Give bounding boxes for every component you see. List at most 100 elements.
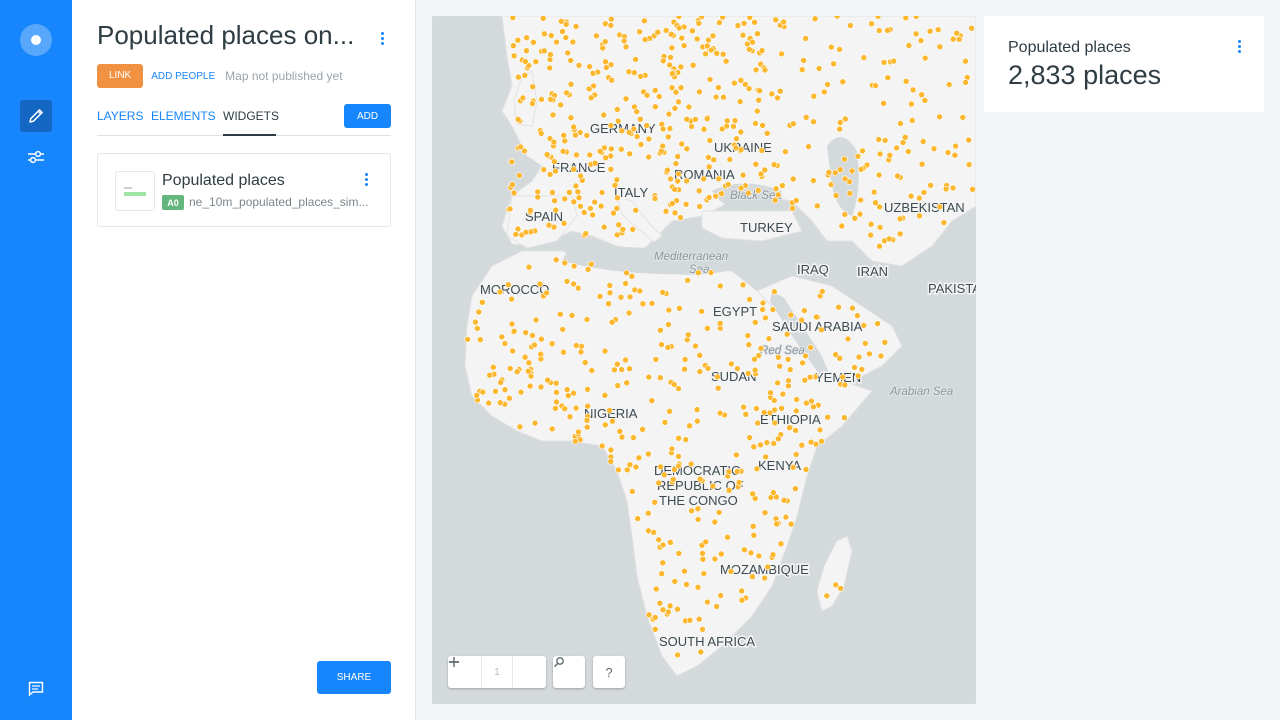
place-point[interactable] <box>936 113 943 121</box>
place-point[interactable] <box>749 573 756 581</box>
place-point[interactable] <box>586 151 594 159</box>
place-point[interactable] <box>715 84 722 91</box>
place-point[interactable] <box>563 386 571 393</box>
place-point[interactable] <box>562 34 570 41</box>
place-point[interactable] <box>671 209 679 217</box>
place-point[interactable] <box>762 453 769 461</box>
place-point[interactable] <box>733 135 740 142</box>
place-point[interactable] <box>553 38 560 46</box>
place-point[interactable] <box>676 304 683 312</box>
place-point[interactable] <box>749 38 756 46</box>
place-point[interactable] <box>615 466 622 474</box>
place-point[interactable] <box>725 486 733 494</box>
place-point[interactable] <box>658 147 665 155</box>
place-point[interactable] <box>517 388 525 396</box>
place-point[interactable] <box>589 69 597 77</box>
place-point[interactable] <box>548 425 556 433</box>
place-point[interactable] <box>607 458 615 465</box>
place-point[interactable] <box>831 169 839 176</box>
place-point[interactable] <box>716 282 724 290</box>
place-point[interactable] <box>591 198 598 206</box>
place-point[interactable] <box>732 144 740 152</box>
place-point[interactable] <box>659 559 667 567</box>
place-point[interactable] <box>839 373 847 381</box>
place-point[interactable] <box>704 324 711 332</box>
place-point[interactable] <box>550 138 558 146</box>
place-point[interactable] <box>746 434 753 441</box>
place-point[interactable] <box>815 65 823 72</box>
place-point[interactable] <box>661 419 669 426</box>
place-point[interactable] <box>754 30 761 38</box>
place-point[interactable] <box>517 143 524 151</box>
place-point[interactable] <box>643 91 651 99</box>
place-point[interactable] <box>475 308 483 316</box>
place-point[interactable] <box>702 538 710 546</box>
place-point[interactable] <box>645 373 653 381</box>
place-point[interactable] <box>652 356 660 363</box>
place-point[interactable] <box>848 167 856 175</box>
place-point[interactable] <box>875 171 883 179</box>
place-point[interactable] <box>884 27 891 34</box>
place-point[interactable] <box>645 153 652 161</box>
place-point[interactable] <box>543 289 550 297</box>
place-point[interactable] <box>506 365 514 372</box>
place-point[interactable] <box>726 156 734 163</box>
place-point[interactable] <box>549 111 557 119</box>
place-point[interactable] <box>607 22 615 29</box>
link-button[interactable]: LINK <box>97 64 144 88</box>
place-point[interactable] <box>876 224 884 231</box>
place-point[interactable] <box>751 19 758 26</box>
place-point[interactable] <box>632 56 639 63</box>
place-point[interactable] <box>771 196 779 204</box>
tab-widgets[interactable]: WIDGETS <box>223 109 279 123</box>
place-point[interactable] <box>508 320 516 328</box>
place-point[interactable] <box>798 66 806 74</box>
place-point[interactable] <box>561 259 569 267</box>
place-point[interactable] <box>716 19 723 26</box>
place-point[interactable] <box>614 106 621 113</box>
place-point[interactable] <box>902 78 910 85</box>
place-point[interactable] <box>854 372 862 380</box>
place-point[interactable] <box>857 196 865 204</box>
place-point[interactable] <box>818 326 825 334</box>
place-point[interactable] <box>696 203 704 210</box>
place-point[interactable] <box>543 151 551 158</box>
place-point[interactable] <box>872 199 879 206</box>
place-point[interactable] <box>525 367 532 375</box>
place-point[interactable] <box>666 407 673 415</box>
place-point[interactable] <box>620 37 628 45</box>
place-point[interactable] <box>712 93 720 101</box>
place-point[interactable] <box>886 152 894 159</box>
place-point[interactable] <box>583 316 591 323</box>
place-point[interactable] <box>492 387 499 395</box>
place-point[interactable] <box>767 389 774 397</box>
place-point[interactable] <box>689 27 696 35</box>
place-point[interactable] <box>705 163 713 171</box>
place-point[interactable] <box>521 353 529 361</box>
place-point[interactable] <box>584 385 591 393</box>
place-point[interactable] <box>626 150 633 158</box>
place-point[interactable] <box>688 507 695 515</box>
place-point[interactable] <box>697 648 705 656</box>
place-point[interactable] <box>897 120 904 127</box>
place-point[interactable] <box>942 185 950 193</box>
place-point[interactable] <box>818 437 825 445</box>
place-point[interactable] <box>641 17 648 25</box>
place-point[interactable] <box>770 397 778 404</box>
place-point[interactable] <box>737 184 745 192</box>
place-point[interactable] <box>591 159 599 167</box>
place-point[interactable] <box>944 149 952 156</box>
place-point[interactable] <box>773 520 780 528</box>
place-point[interactable] <box>745 341 753 349</box>
place-point[interactable] <box>740 20 748 27</box>
place-point[interactable] <box>614 360 621 368</box>
place-point[interactable] <box>514 36 522 44</box>
place-point[interactable] <box>607 122 615 129</box>
place-point[interactable] <box>675 453 682 460</box>
place-point[interactable] <box>810 177 817 184</box>
place-point[interactable] <box>836 125 843 133</box>
place-point[interactable] <box>522 58 529 65</box>
place-point[interactable] <box>717 592 725 599</box>
place-point[interactable] <box>666 125 674 132</box>
place-point[interactable] <box>519 94 527 102</box>
